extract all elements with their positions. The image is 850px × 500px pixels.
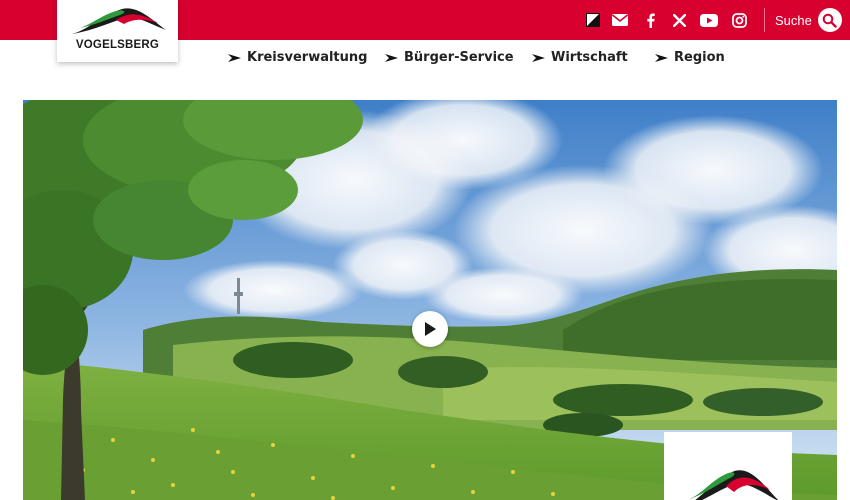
youtube-icon[interactable] bbox=[698, 9, 720, 31]
play-icon bbox=[425, 322, 436, 336]
nav-label: Kreisverwaltung bbox=[247, 50, 368, 65]
nav-item-region[interactable]: Region bbox=[655, 50, 725, 65]
nav-item-kreisverwaltung[interactable]: Kreisverwaltung bbox=[228, 50, 367, 65]
main-nav: Kreisverwaltung Bürger-Service Wirtschaf… bbox=[0, 50, 850, 72]
nav-label: Bürger-Service bbox=[404, 50, 514, 65]
vogelsberg-logo-icon bbox=[71, 8, 166, 34]
arrow-right-icon bbox=[228, 53, 241, 62]
search-button[interactable]: Suche bbox=[775, 7, 842, 33]
search-label: Suche bbox=[775, 12, 812, 28]
hero-image bbox=[23, 100, 837, 500]
nav-label: Wirtschaft bbox=[551, 50, 628, 65]
nav-item-buerger-service[interactable]: Bürger-Service bbox=[385, 50, 514, 65]
search-icon[interactable] bbox=[817, 8, 842, 32]
hero-logo-badge bbox=[664, 432, 792, 500]
nav-item-wirtschaft[interactable]: Wirtschaft bbox=[532, 50, 628, 65]
instagram-icon[interactable] bbox=[728, 9, 750, 31]
facebook-icon[interactable] bbox=[639, 9, 661, 31]
play-button[interactable] bbox=[412, 311, 448, 347]
arrow-right-icon bbox=[532, 53, 545, 62]
social-icons bbox=[582, 9, 752, 31]
arrow-right-icon bbox=[385, 53, 398, 62]
mail-icon[interactable] bbox=[609, 9, 631, 31]
nav-label: Region bbox=[674, 50, 725, 65]
x-icon[interactable] bbox=[668, 9, 690, 31]
contrast-icon[interactable] bbox=[582, 9, 604, 31]
vogelsberg-logo-icon bbox=[688, 470, 779, 500]
topbar-divider bbox=[764, 8, 765, 32]
arrow-right-icon bbox=[655, 53, 668, 62]
